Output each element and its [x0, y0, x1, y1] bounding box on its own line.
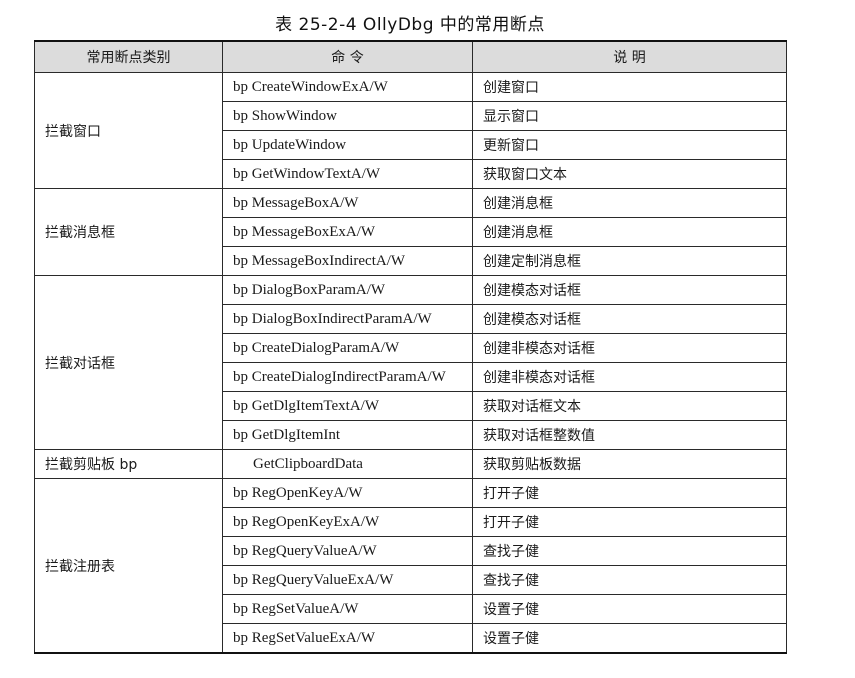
- command-cell: bp MessageBoxIndirectA/W: [222, 246, 473, 276]
- description-cell: 获取对话框整数值: [472, 420, 787, 450]
- description-cell: 获取剪贴板数据: [472, 449, 787, 479]
- category-cell: 拦截消息框: [34, 188, 223, 276]
- description-cell: 创建定制消息框: [472, 246, 787, 276]
- description-cell: 打开子健: [472, 478, 787, 508]
- command-cell: bp ShowWindow: [222, 101, 473, 131]
- table-row: 拦截对话框 bp DialogBoxParamA/W 创建模态对话框: [34, 275, 787, 450]
- description-cell: 查找子健: [472, 565, 787, 595]
- category-cell: 拦截剪贴板 bp: [34, 449, 223, 479]
- description-cell: 创建模态对话框: [472, 304, 787, 334]
- table-row: 拦截剪贴板 bp GetClipboardData 获取剪贴板数据: [34, 449, 787, 479]
- command-cell: bp GetDlgItemTextA/W: [222, 391, 473, 421]
- command-cell: bp MessageBoxExA/W: [222, 217, 473, 247]
- description-cell: 创建消息框: [472, 188, 787, 218]
- description-cell: 创建消息框: [472, 217, 787, 247]
- command-cell: bp CreateDialogParamA/W: [222, 333, 473, 363]
- command-cell: bp GetDlgItemInt: [222, 420, 473, 450]
- command-cell: bp GetWindowTextA/W: [222, 159, 473, 189]
- description-cell: 创建模态对话框: [472, 275, 787, 305]
- command-cell: bp RegSetValueA/W: [222, 594, 473, 624]
- table-row: 拦截消息框 bp MessageBoxA/W 创建消息框: [34, 188, 787, 276]
- description-cell: 获取窗口文本: [472, 159, 787, 189]
- header-command: 命 令: [222, 40, 473, 73]
- table-body: 拦截窗口 bp CreateWindowExA/W 创建窗口 bp ShowWi…: [34, 72, 787, 654]
- command-cell: bp RegOpenKeyA/W: [222, 478, 473, 508]
- header-category: 常用断点类别: [34, 40, 223, 73]
- command-cell: bp RegOpenKeyExA/W: [222, 507, 473, 537]
- command-cell: bp RegQueryValueA/W: [222, 536, 473, 566]
- description-cell: 创建非模态对话框: [472, 362, 787, 392]
- command-cell: bp DialogBoxIndirectParamA/W: [222, 304, 473, 334]
- category-cell: 拦截对话框: [34, 275, 223, 450]
- command-cell: bp RegQueryValueExA/W: [222, 565, 473, 595]
- table-row: 拦截窗口 bp CreateWindowExA/W 创建窗口: [34, 72, 787, 189]
- description-cell: 更新窗口: [472, 130, 787, 160]
- description-cell: 查找子健: [472, 536, 787, 566]
- description-cell: 设置子健: [472, 623, 787, 654]
- description-cell: 获取对话框文本: [472, 391, 787, 421]
- description-cell: 创建非模态对话框: [472, 333, 787, 363]
- command-cell: GetClipboardData: [222, 449, 473, 479]
- breakpoint-table: 常用断点类别 命 令 说 明 拦截窗口 bp CreateWindowExA/W…: [34, 40, 787, 654]
- category-cell: 拦截注册表: [34, 478, 223, 654]
- command-cell: bp UpdateWindow: [222, 130, 473, 160]
- command-cell: bp MessageBoxA/W: [222, 188, 473, 218]
- command-cell: bp RegSetValueExA/W: [222, 623, 473, 654]
- description-cell: 显示窗口: [472, 101, 787, 131]
- command-cell: bp DialogBoxParamA/W: [222, 275, 473, 305]
- command-cell: bp CreateWindowExA/W: [222, 72, 473, 102]
- header-row: 常用断点类别 命 令 说 明: [34, 40, 787, 73]
- table-header: 常用断点类别 命 令 说 明: [34, 40, 787, 73]
- description-cell: 设置子健: [472, 594, 787, 624]
- header-description: 说 明: [472, 40, 787, 73]
- description-cell: 打开子健: [472, 507, 787, 537]
- command-cell: bp CreateDialogIndirectParamA/W: [222, 362, 473, 392]
- table-row: 拦截注册表 bp RegOpenKeyA/W 打开子健: [34, 478, 787, 654]
- category-cell: 拦截窗口: [34, 72, 223, 189]
- description-cell: 创建窗口: [472, 72, 787, 102]
- table-caption: 表 25-2-4 OllyDbg 中的常用断点: [275, 15, 545, 35]
